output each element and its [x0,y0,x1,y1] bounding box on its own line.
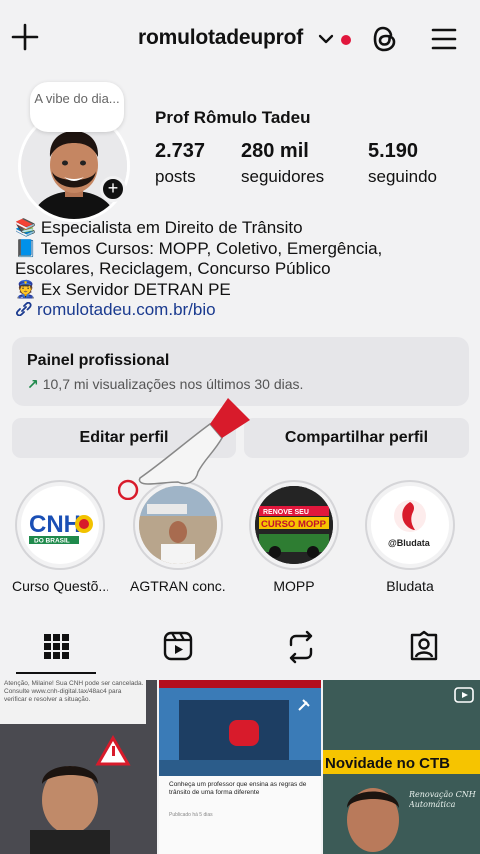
bio: 📚 Especialista em Direito de Trânsito 📘 … [15,218,470,321]
following-label: seguindo [368,167,438,186]
highlight-cover: CNH DO BRASIL [21,486,99,564]
mopp-banner-bottom: CURSO MOPP [261,519,327,530]
cnh-logo-subtitle: DO BRASIL [34,538,70,545]
followers-stat[interactable]: 280 mil seguidores [241,140,324,187]
highlight-label: Bludata [386,578,434,594]
username[interactable]: romulotadeuprof [138,26,303,50]
notification-dot [341,35,351,45]
post-board-text: Renovação CNH Automática [409,790,476,809]
menu-icon[interactable] [430,25,458,53]
plus-icon[interactable] [10,22,40,52]
add-story-icon[interactable]: + [100,176,126,202]
posts-stat[interactable]: 2.737 posts [155,140,205,187]
pointing-hand-overlay [118,398,250,500]
post-tile[interactable]: Atenção, Milaine! Sua CNH pode ser cance… [0,680,157,854]
highlight-cover: RENOVE SEU CURSO MOPP [255,486,333,564]
cnh-logo-text: CNH [29,511,81,538]
avatar-section: A vibe do dia... + [18,82,130,222]
following-count: 5.190 [368,140,419,162]
active-tab-indicator [16,672,96,674]
highlight-item[interactable]: @Bludata Bludata [362,480,458,594]
reposts-icon[interactable] [281,625,321,669]
bludata-handle: @Bludata [388,538,431,548]
highlight-label: Curso Questõ... [12,578,108,594]
posts-label: posts [155,167,196,186]
threads-icon[interactable] [370,24,400,54]
share-profile-button[interactable]: Compartilhar perfil [244,418,469,458]
mopp-banner-top: RENOVE SEU [263,509,309,516]
posts-count: 2.737 [155,140,206,162]
bio-link-text[interactable]: romulotadeu.com.br/bio [37,300,216,319]
grid-icon[interactable] [36,625,76,669]
top-bar: romulotadeuprof [0,0,480,80]
note-bubble[interactable]: A vibe do dia... [30,82,124,132]
post-headline: Novidade no CTB [325,755,450,772]
trend-up-icon: ↗ [27,376,39,392]
tagged-icon[interactable] [404,625,444,669]
highlight-label: AGTRAN conc... [130,578,226,594]
post-date: Publicado há 5 dias [169,812,213,818]
reels-icon[interactable] [158,625,198,669]
followers-count: 280 mil [241,140,309,162]
post-tile[interactable]: Conheça um professor que ensina as regra… [159,680,321,854]
post-caption: Conheça um professor que ensina as regra… [169,781,307,796]
post-notice-text: Atenção, Milaine! Sua CNH pode ser cance… [4,680,144,703]
following-stat[interactable]: 5.190 seguindo [368,140,437,187]
bio-link[interactable]: romulotadeu.com.br/bio [15,300,470,321]
bio-line: 📚 Especialista em Direito de Trânsito [15,218,303,237]
bio-line: Escolares, Reciclagem, Concurso Público [15,259,331,278]
highlight-cover: @Bludata [371,486,449,564]
profile-tabs [0,625,480,675]
link-icon [15,302,32,316]
highlight-label: MOPP [273,578,315,594]
bio-line: 👮 Ex Servidor DETRAN PE [15,279,231,299]
highlight-item[interactable]: CNH DO BRASIL Curso Questõ... [12,480,108,594]
followers-label: seguidores [241,167,325,186]
profile-name: Prof Rômulo Tadeu [155,108,311,127]
bio-line: 📘 Temos Cursos: MOPP, Coletivo, Emergênc… [15,238,383,258]
post-tile[interactable]: Novidade no CTB Renovação CNH Automática [323,680,480,854]
posts-grid: Atenção, Milaine! Sua CNH pode ser cance… [0,680,480,854]
highlight-item[interactable]: RENOVE SEU CURSO MOPP MOPP [246,480,342,594]
chevron-down-icon[interactable] [317,30,335,48]
dashboard-title: Painel profissional [27,352,170,369]
